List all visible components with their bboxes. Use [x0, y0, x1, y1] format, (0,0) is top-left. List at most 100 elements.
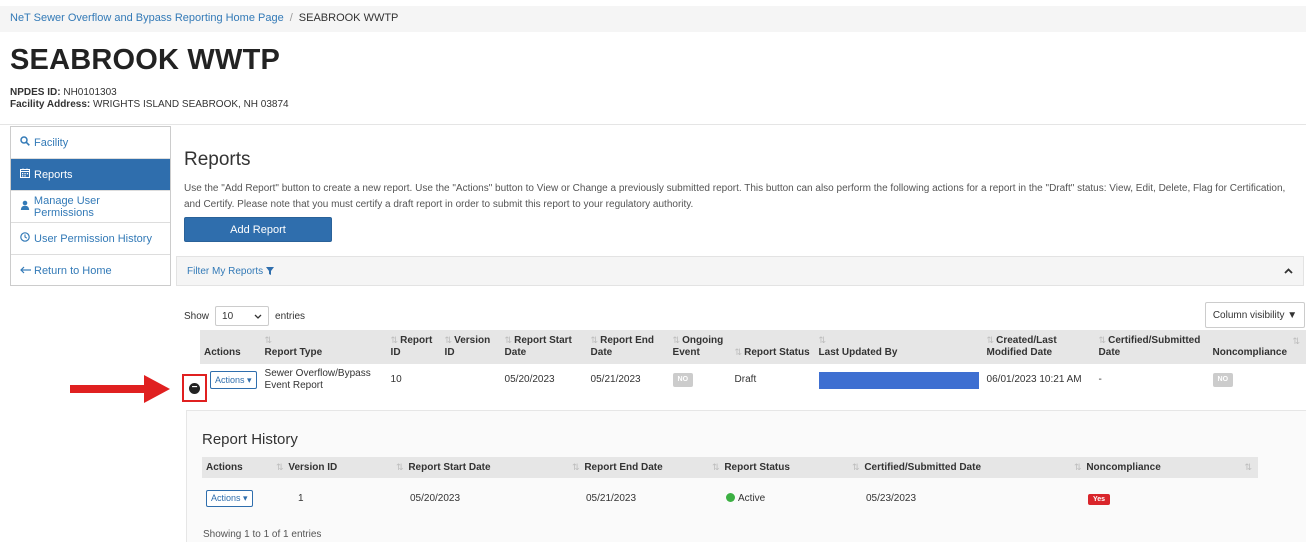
caret-down-icon: ▼ [1287, 309, 1298, 321]
add-report-button[interactable]: Add Report [184, 217, 332, 242]
cell-start-date: 05/20/2023 [504, 374, 555, 385]
col-certified-date[interactable]: ⇅ Certified/Submitted Date [1094, 330, 1209, 364]
hist-col-version-id[interactable]: ⇅ Version ID [272, 457, 392, 478]
col-ongoing-event[interactable]: ⇅ Ongoing Event [668, 330, 731, 364]
column-visibility-button[interactable]: Column visibility ▼ [1205, 302, 1305, 328]
sort-icon: ⇅ [504, 335, 513, 345]
col-noncompliance-label: Noncompliance [1212, 347, 1288, 358]
hist-cell-start-date: 05/20/2023 [410, 493, 461, 504]
sidebar-item-reports[interactable]: Reports [11, 159, 170, 191]
history-entries-info: Showing 1 to 1 of 1 entries [203, 529, 322, 540]
sidebar-item-label: Reports [34, 168, 73, 181]
search-icon [19, 136, 31, 149]
reports-table: Actions ⇅ Report Type ⇅ Report ID ⇅ Version… [200, 330, 1306, 396]
show-label: Show [184, 310, 210, 322]
breadcrumb-separator: / [289, 12, 293, 24]
cell-certified-date: - [1098, 374, 1102, 385]
redacted-block [818, 371, 979, 389]
col-report-start-date-label: Report Start Date [504, 335, 572, 358]
facility-address: WRIGHTS ISLAND SEABROOK, NH 03874 [93, 99, 289, 110]
col-certified-date-label: Certified/Submitted Date [1098, 335, 1201, 358]
col-report-end-date[interactable]: ⇅ Report End Date [586, 330, 669, 364]
sidebar-item-manage-user-permissions[interactable]: Manage User Permissions [11, 191, 170, 223]
col-noncompliance[interactable]: ⇅ Noncompliance [1208, 330, 1306, 364]
hist-cell-noncompliance: Yes [1070, 478, 1258, 519]
hist-col-certified-date[interactable]: ⇅ Certified/Submitted Date [848, 457, 1070, 478]
row-actions-button[interactable]: Actions ▾ [210, 371, 257, 389]
col-report-type-label: Report Type [264, 347, 323, 358]
hist-col-end-date[interactable]: ⇅ Report End Date [568, 457, 708, 478]
sort-icon: ⇅ [672, 335, 681, 345]
hist-col-status-label: Report Status [724, 462, 790, 473]
column-visibility-label: Column visibility [1212, 309, 1285, 321]
hist-col-actions: Actions [202, 457, 272, 478]
col-actions: Actions [200, 330, 261, 364]
col-created-date-label: Created/Last Modified Date [986, 335, 1057, 358]
col-report-id[interactable]: ⇅ Report ID [386, 330, 441, 364]
annotation-arrow-icon [70, 375, 170, 403]
row-actions-label: Actions [215, 375, 245, 385]
sort-icon: ⇅ [818, 335, 827, 345]
cell-ongoing-event: NO [669, 364, 731, 396]
col-last-updated-by-label: Last Updated By [818, 347, 898, 358]
hist-col-end-date-label: Report End Date [584, 462, 663, 473]
hist-col-start-date[interactable]: ⇅ Report Start Date [392, 457, 568, 478]
hist-col-certified-date-label: Certified/Submitted Date [864, 462, 982, 473]
row-collapse-toggle[interactable]: − [182, 374, 207, 402]
sidebar-item-return-to-home[interactable]: Return to Home [11, 255, 170, 287]
status-active-icon [726, 493, 735, 502]
sort-icon: ⇅ [986, 335, 995, 345]
reports-title: Reports [184, 149, 251, 170]
entries-label: entries [275, 310, 306, 322]
hist-cell-end-date: 05/21/2023 [586, 493, 637, 504]
cell-end-date: 05/21/2023 [590, 374, 641, 385]
hist-col-version-id-label: Version ID [288, 462, 338, 473]
sidebar-item-label: Facility [34, 136, 69, 149]
col-created-date[interactable]: ⇅ Created/Last Modified Date [982, 330, 1095, 364]
hist-cell-status: Active [708, 478, 848, 519]
filter-my-reports-toggle[interactable]: Filter My Reports [187, 266, 274, 277]
facility-title: SEABROOK WWTP [10, 44, 281, 76]
hist-col-noncompliance[interactable]: ⇅ Noncompliance ⇅ [1070, 457, 1258, 478]
sidebar-item-label: User Permission History [34, 232, 152, 245]
col-report-type[interactable]: ⇅ Report Type [260, 330, 387, 364]
sort-icon: ⇅ [572, 462, 580, 472]
sort-icon: ⇅ [396, 462, 404, 472]
sort-icon: ⇅ [444, 335, 453, 345]
ongoing-event-badge: NO [672, 373, 694, 387]
sort-icon: ⇅ [276, 462, 284, 472]
col-report-status-label: Report Status [744, 347, 810, 358]
sidebar-item-label: Manage User Permissions [33, 194, 100, 219]
arrow-left-icon [19, 266, 31, 277]
entries-select[interactable]: 10 [215, 306, 270, 326]
col-report-status[interactable]: ⇅ Report Status [730, 330, 815, 364]
breadcrumb-home-link[interactable]: NeT Sewer Overflow and Bypass Reporting … [10, 12, 284, 24]
sort-icon: ⇅ [852, 462, 860, 472]
cell-report-id: 10 [390, 374, 402, 385]
sidebar-item-facility[interactable]: Facility [11, 127, 170, 159]
history-actions-label: Actions [211, 493, 241, 503]
hist-status-label: Active [738, 493, 766, 504]
sidebar-item-user-permission-history[interactable]: User Permission History [11, 223, 170, 255]
cell-noncompliance: NO [1209, 364, 1306, 396]
hist-cell-certified-date: 05/23/2023 [866, 493, 917, 504]
cell-report-type: Sewer Overflow/Bypass Event Report [264, 368, 371, 391]
col-last-updated-by[interactable]: ⇅ Last Updated By [814, 330, 983, 364]
sort-icon: ⇅ [264, 335, 273, 345]
history-actions-button[interactable]: Actions ▾ [206, 490, 253, 507]
cell-last-updated-by [815, 364, 983, 396]
cell-version-id [441, 364, 501, 396]
cell-report-status: Draft [734, 374, 757, 385]
table-row: Actions ▾ Sewer Overflow/Bypass Event Re… [200, 364, 1306, 396]
col-report-start-date[interactable]: ⇅ Report Start Date [500, 330, 587, 364]
hist-col-status[interactable]: ⇅ Report Status [708, 457, 848, 478]
sidebar-nav: Facility Reports Manage User Permissions… [10, 126, 171, 286]
breadcrumb: NeT Sewer Overflow and Bypass Reporting … [0, 6, 1306, 32]
npdes-id: NH0101303 [63, 87, 117, 98]
sort-icon: ⇅ [712, 462, 720, 472]
filter-my-reports-bar[interactable]: Filter My Reports [176, 256, 1304, 286]
sort-icon: ⇅ [1292, 336, 1300, 346]
chevron-up-icon[interactable] [1284, 265, 1293, 277]
header-divider [0, 124, 1306, 125]
col-version-id[interactable]: ⇅ Version ID [440, 330, 501, 364]
